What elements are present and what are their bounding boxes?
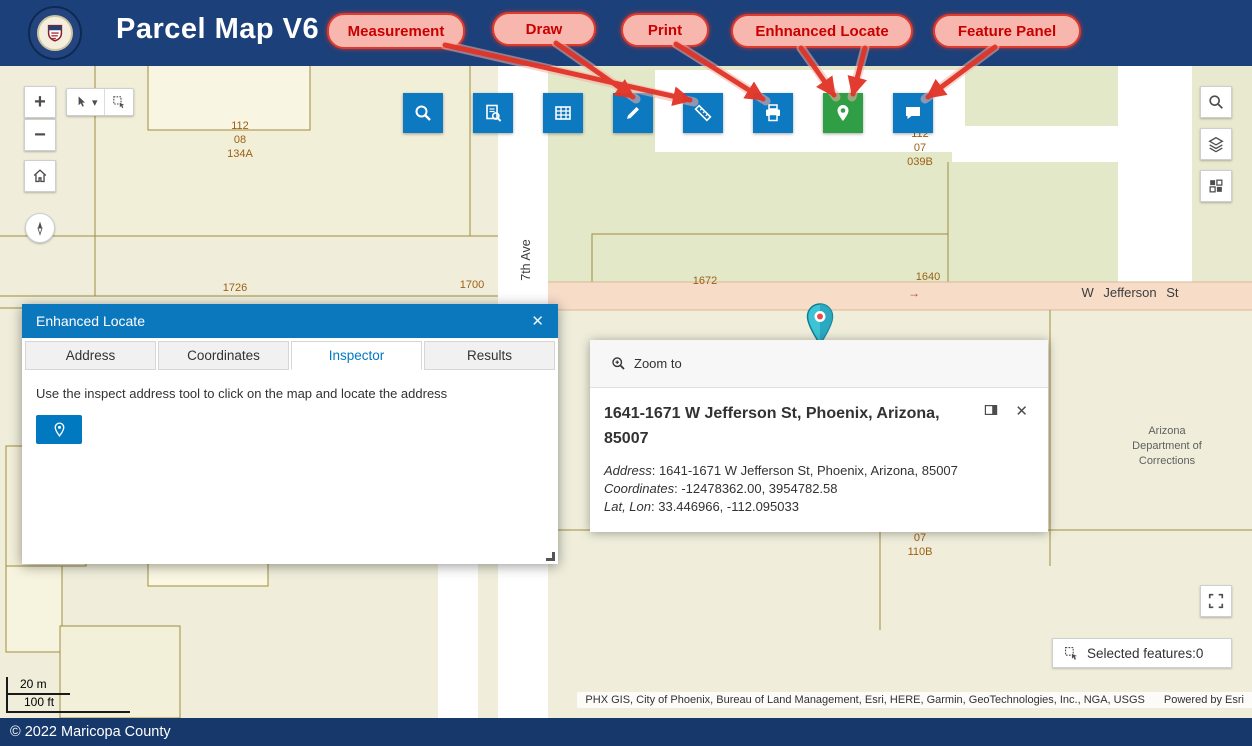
attribution-text: PHX GIS, City of Phoenix, Bureau of Land…	[585, 694, 1145, 706]
search-icon	[1209, 95, 1223, 109]
print-button[interactable]	[753, 93, 793, 133]
inspector-instruction: Use the inspect address tool to click on…	[36, 386, 448, 401]
printer-icon	[766, 104, 780, 122]
select-tool-group: ▾	[66, 88, 134, 116]
map-attribution: PHX GIS, City of Phoenix, Bureau of Land…	[577, 692, 1252, 708]
speech-bubble-icon	[906, 107, 920, 119]
footer: © 2022 Maricopa County	[0, 718, 1252, 746]
seal-inner	[37, 15, 73, 51]
tab-inspector[interactable]: Inspector	[291, 341, 422, 370]
dock-icon	[985, 405, 998, 415]
scale-imperial: 100 ft	[24, 695, 55, 709]
pencil-icon	[627, 107, 639, 119]
popup-title: 1641-1671 W Jefferson St, Phoenix, Arizo…	[604, 405, 940, 447]
parcel-label-134a: 112 08 134A	[227, 120, 253, 160]
map-canvas[interactable]: 112 08 134A 112 07 039B 07 110B 1726 170…	[0, 66, 1252, 718]
map-search-button[interactable]	[1200, 86, 1232, 118]
popup-field-latlon: Lat, Lon33.446966, -112.095033	[604, 498, 1028, 516]
minus-icon: −	[34, 124, 46, 146]
street-label-jefferson: W Jefferson St	[1081, 285, 1179, 300]
app-header: Parcel Map V6 Measurement Draw Print Enh…	[0, 0, 1252, 66]
enhanced-locate-panel: Enhanced Locate ✕ Address Coordinates In…	[22, 304, 558, 564]
locate-pin-icon	[837, 105, 849, 121]
pin-icon	[806, 303, 834, 346]
annotation-print: Print	[621, 13, 709, 47]
magnifier-icon	[415, 105, 431, 121]
basemap-gallery-button[interactable]	[1200, 170, 1232, 202]
document-search-icon	[486, 104, 502, 122]
zoom-to-label: Zoom to	[634, 356, 682, 371]
attribute-table-button[interactable]	[543, 93, 583, 133]
pin-outline-icon	[54, 422, 64, 437]
scale-metric: 20 m	[20, 677, 47, 691]
select-features-icon	[1064, 646, 1078, 660]
parcel-map-app: 112 08 134A 112 07 039B 07 110B 1726 170…	[0, 0, 1252, 746]
one-way-arrow-icon: →	[908, 286, 920, 300]
table-grid-icon	[555, 106, 571, 120]
app-title: Parcel Map V6	[116, 13, 320, 45]
annotation-enhanced-locate: Enhnanced Locate	[731, 14, 913, 48]
map-popup: Zoom to 1641-1671 W Jefferson St, Phoeni…	[590, 340, 1048, 533]
area-label-corrections: Arizona Department of Corrections	[1132, 425, 1202, 467]
copyright-text: © 2022 Maricopa County	[10, 724, 171, 740]
maricopa-county-seal	[28, 6, 82, 60]
annotation-measurement: Measurement	[327, 13, 465, 49]
plus-icon: +	[34, 91, 46, 113]
panel-title: Enhanced Locate	[36, 313, 145, 329]
parcel-label-039b: 112 07 039B	[907, 128, 933, 168]
selected-features-label: Selected features:0	[1087, 645, 1204, 661]
popup-content: 1641-1671 W Jefferson St, Phoenix, Arizo…	[590, 388, 1048, 532]
select-rectangle-icon	[112, 96, 124, 109]
tab-results[interactable]: Results	[424, 341, 555, 370]
draw-button[interactable]	[613, 93, 653, 133]
address-number-1700: 1700	[459, 279, 485, 291]
zoom-to-icon	[612, 357, 625, 370]
fullscreen-icon	[1208, 593, 1224, 609]
tab-address[interactable]: Address	[25, 341, 156, 370]
address-number-1726: 1726	[222, 282, 248, 294]
compass-button[interactable]	[25, 213, 55, 243]
close-panel-button[interactable]: ✕	[531, 312, 544, 330]
street-label-7th-ave: 7th Ave	[519, 239, 533, 281]
popup-field-address: Address1641-1671 W Jefferson St, Phoenix…	[604, 462, 1028, 480]
address-number-1672: 1672	[692, 275, 718, 287]
identify-search-button[interactable]	[403, 93, 443, 133]
address-number-1640: 1640	[915, 271, 941, 283]
scale-bar: 20 m 100 ft	[6, 677, 130, 713]
home-button[interactable]	[24, 160, 56, 192]
powered-by-esri: Powered by Esri	[1163, 694, 1244, 706]
tab-coordinates[interactable]: Coordinates	[158, 341, 289, 370]
panel-resize-handle[interactable]	[546, 552, 555, 561]
measure-ruler-icon	[694, 104, 712, 122]
enhanced-locate-button[interactable]	[823, 93, 863, 133]
layers-icon	[1208, 136, 1224, 153]
panel-title-bar[interactable]: Enhanced Locate ✕	[22, 304, 558, 338]
annotation-draw: Draw	[492, 12, 596, 46]
fullscreen-button[interactable]	[1200, 585, 1232, 617]
measurement-button[interactable]	[683, 93, 723, 133]
pointer-cursor-icon	[78, 96, 85, 107]
popup-actions-bar: Zoom to	[590, 340, 1048, 388]
home-icon	[33, 169, 47, 183]
inspect-address-button[interactable]	[36, 415, 82, 444]
locate-tabs: Address Coordinates Inspector Results	[22, 338, 558, 370]
popup-field-coordinates: Coordinates-12478362.00, 3954782.58	[604, 480, 1028, 498]
annotation-feature-panel: Feature Panel	[933, 14, 1081, 48]
parcel-label-110b: 07 110B	[907, 532, 933, 558]
select-rectangle-button[interactable]	[103, 89, 133, 115]
zoom-in-button[interactable]: +	[24, 86, 56, 118]
dock-popup-button[interactable]	[983, 402, 999, 423]
seal-shield-icon	[47, 24, 63, 42]
attribute-search-button[interactable]	[473, 93, 513, 133]
close-popup-button[interactable]: ✕	[1015, 402, 1028, 423]
zoom-to-action[interactable]: Zoom to	[610, 355, 682, 372]
selected-features-widget[interactable]: Selected features:0	[1052, 638, 1232, 668]
select-pointer-button[interactable]: ▾	[67, 89, 104, 115]
feature-panel-button[interactable]	[893, 93, 933, 133]
zoom-out-button[interactable]: −	[24, 119, 56, 151]
chevron-down-icon: ▾	[92, 96, 98, 109]
basemap-grid-icon	[1209, 179, 1223, 193]
compass-needle-icon	[37, 221, 43, 236]
layers-button[interactable]	[1200, 128, 1232, 160]
